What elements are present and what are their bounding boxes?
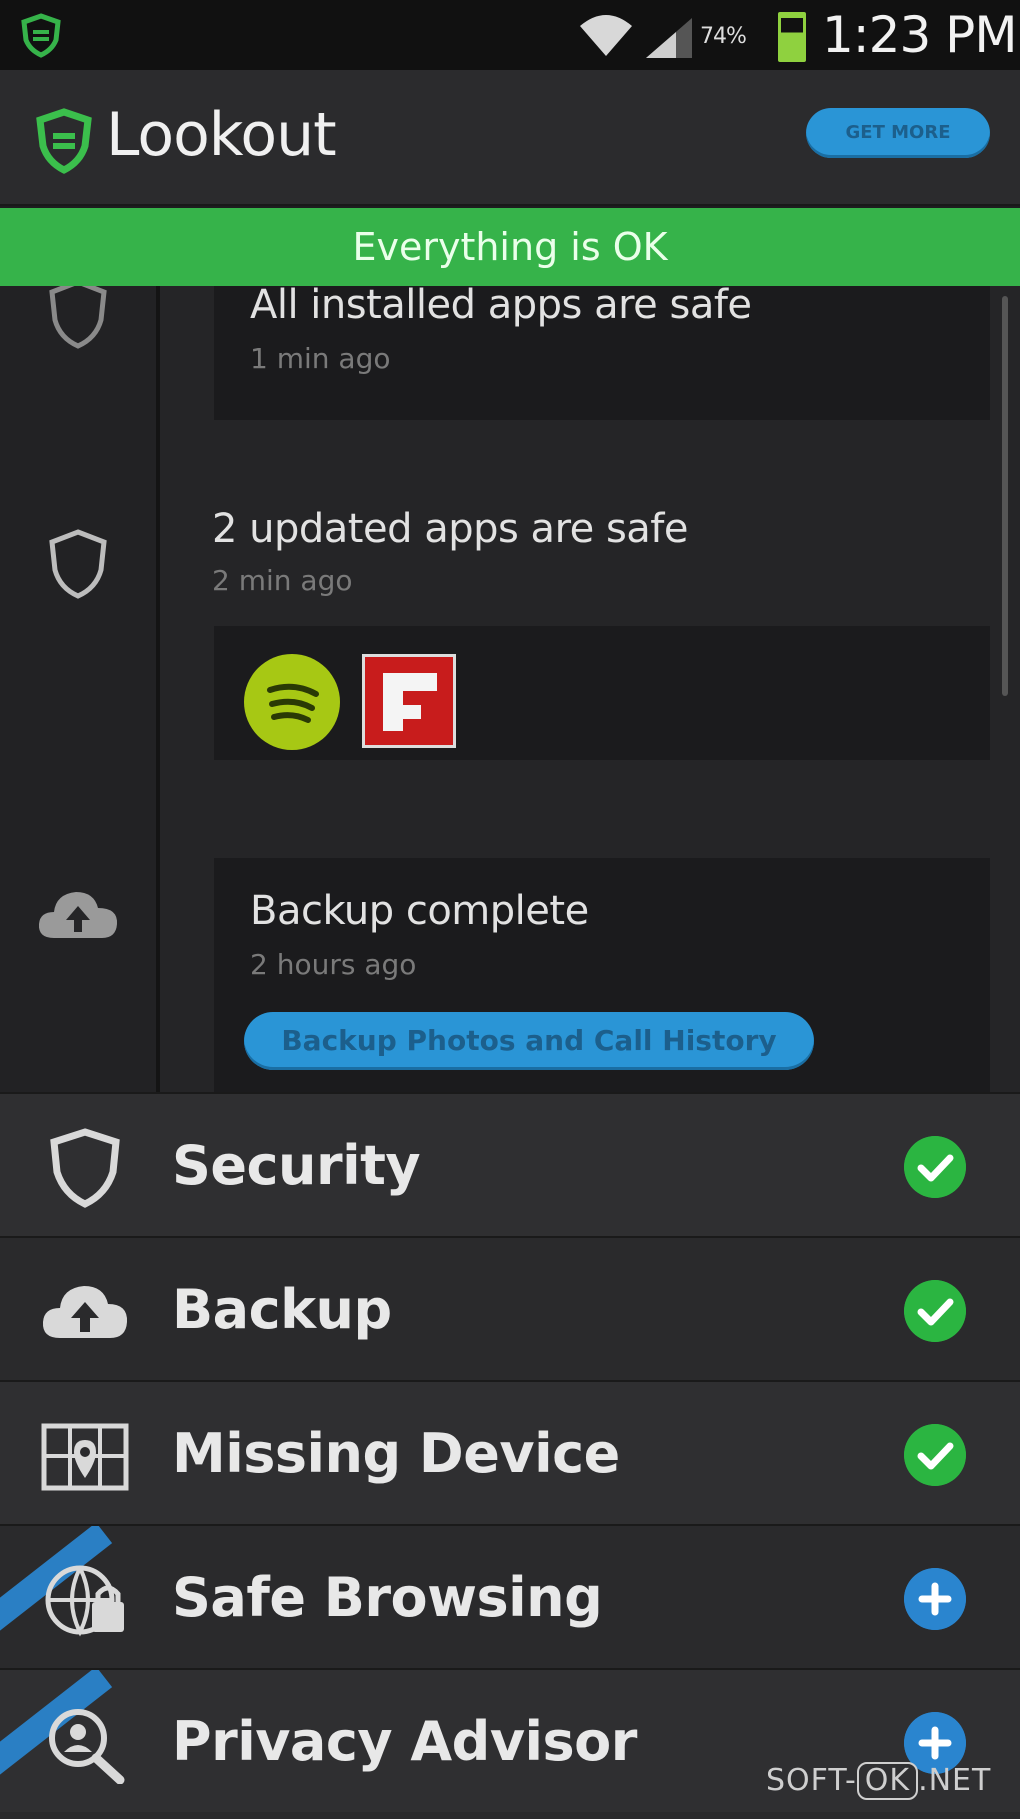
app-title: Lookout xyxy=(106,100,337,170)
feed-item-title: 2 updated apps are safe xyxy=(212,506,689,552)
menu-item-backup[interactable]: Backup xyxy=(0,1236,1020,1380)
globe-lock-icon xyxy=(45,1565,124,1637)
get-more-button[interactable]: GET MORE xyxy=(806,108,990,158)
shield-icon xyxy=(49,286,107,349)
scrollbar[interactable] xyxy=(1002,296,1008,696)
timeline-rail xyxy=(0,286,160,1092)
menu-item-label: Security xyxy=(172,1134,421,1197)
magnifier-person-icon xyxy=(49,1709,125,1784)
status-bar: 74% 1:23 PM xyxy=(0,0,1020,70)
menu-item-missing-device[interactable]: Missing Device xyxy=(0,1380,1020,1524)
battery-percent: 74% xyxy=(700,24,747,49)
feed-item-time: 2 min ago xyxy=(212,564,353,597)
menu-item-security[interactable]: Security xyxy=(0,1092,1020,1236)
spotify-waves-icon xyxy=(267,683,319,723)
watermark-boxed: OK xyxy=(856,1762,919,1800)
plus-icon xyxy=(904,1568,966,1630)
feed-item-time: 1 min ago xyxy=(250,342,391,375)
spotify-icon[interactable] xyxy=(244,654,340,750)
flipboard-icon[interactable] xyxy=(362,654,456,748)
shield-icon xyxy=(50,1128,120,1208)
app-bar: Lookout GET MORE xyxy=(0,70,1020,206)
menu-item-label: Privacy Advisor xyxy=(172,1710,637,1773)
menu-item-label: Missing Device xyxy=(172,1422,620,1485)
menu-item-label: Safe Browsing xyxy=(172,1566,603,1629)
status-banner: Everything is OK xyxy=(0,208,1020,286)
feed-item[interactable]: All installed apps are safe 1 min ago xyxy=(214,286,990,420)
lookout-logo-icon xyxy=(36,108,92,174)
menu-item-safe-browsing[interactable]: Safe Browsing xyxy=(0,1524,1020,1668)
wifi-icon xyxy=(580,15,632,56)
clock: 1:23 PM xyxy=(822,6,1017,64)
signal-icon xyxy=(646,18,692,58)
backup-photos-call-history-button[interactable]: Backup Photos and Call History xyxy=(244,1012,814,1070)
feed-item-time: 2 hours ago xyxy=(250,948,417,981)
activity-feed[interactable]: All installed apps are safe 1 min ago 2 … xyxy=(0,286,1020,1092)
battery-icon xyxy=(778,12,806,62)
cloud-upload-icon xyxy=(42,1286,128,1338)
feed-item-title: Backup complete xyxy=(250,888,589,934)
feature-menu: Security Backup Missing Device Safe Brow… xyxy=(0,1092,1020,1819)
lookout-notification-icon xyxy=(21,13,61,58)
shield-icon xyxy=(49,529,107,599)
flipboard-f-icon xyxy=(383,673,437,731)
watermark-suffix: .NET xyxy=(918,1763,992,1798)
checkmark-icon xyxy=(904,1424,966,1486)
watermark-prefix: SOFT- xyxy=(766,1763,857,1798)
menu-item-label: Backup xyxy=(172,1278,392,1341)
watermark: SOFT- OK .NET xyxy=(766,1762,991,1800)
feed-item-title: All installed apps are safe xyxy=(250,286,752,328)
feed-item[interactable]: 2 updated apps are safe 2 min ago xyxy=(212,506,992,606)
checkmark-icon xyxy=(904,1280,966,1342)
map-pin-icon xyxy=(41,1423,129,1491)
cloud-upload-icon xyxy=(38,892,118,938)
checkmark-icon xyxy=(904,1136,966,1198)
